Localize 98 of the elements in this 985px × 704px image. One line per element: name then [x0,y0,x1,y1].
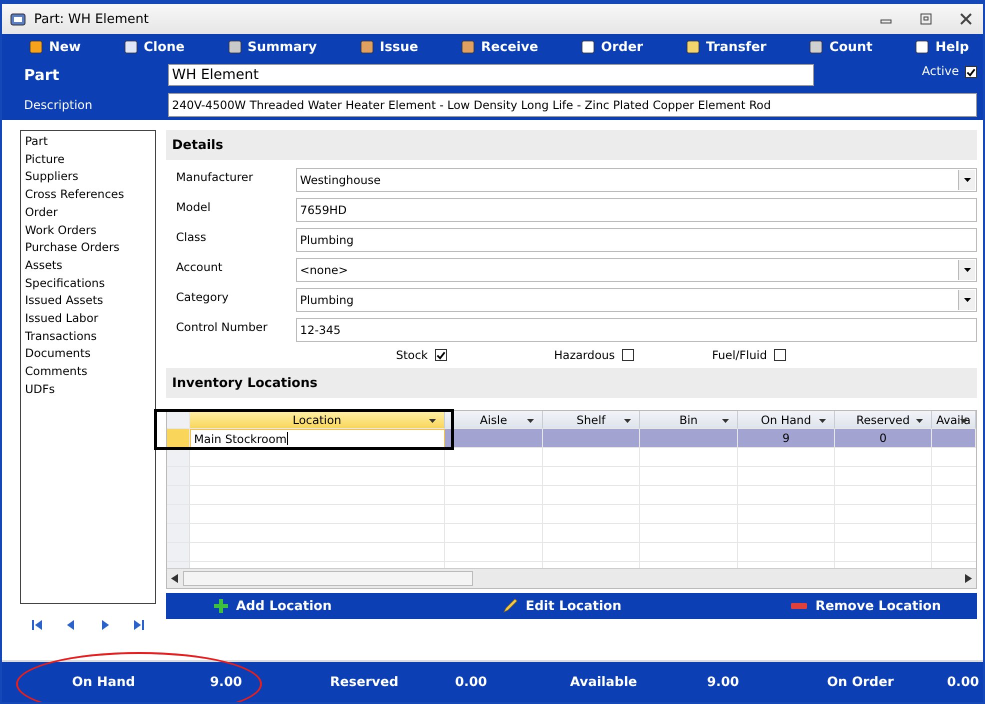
field-label: Account [176,259,224,274]
sidebar-item[interactable]: UDFs [25,380,151,399]
toolbar-icon [226,39,242,55]
filter-arrow-icon[interactable] [722,419,729,423]
filter-arrow-icon[interactable] [527,419,534,423]
checkbox-label: Fuel/Fluid [712,348,768,362]
field-label: Category [176,289,230,304]
toolbar-button[interactable]: Order [576,37,648,57]
action-button[interactable]: Add Location [208,598,338,614]
minus-icon [791,603,808,609]
scroll-thumb[interactable] [183,571,473,586]
checkbox-label: Hazardous [554,348,615,362]
filter-arrow-icon[interactable] [429,419,436,423]
scroll-right-icon[interactable] [964,574,972,583]
input-field[interactable]: 12-345 [296,318,977,342]
dropdown-field[interactable]: <none> [296,258,977,282]
sidebar-item[interactable]: Documents [25,345,151,364]
toolbar-icon [684,39,701,55]
column-header[interactable]: Location [190,411,445,429]
toolbar-icon [808,39,824,55]
part-name-field[interactable]: WH Element [168,64,814,86]
sidebar-item[interactable]: Assets [25,256,151,275]
maximize-icon[interactable] [919,12,933,26]
sidebar-item[interactable]: Transactions [25,328,151,346]
total-value: 9.00 [706,674,740,690]
description-label: Description [24,98,94,112]
toolbar-button[interactable]: Help [910,37,973,57]
toolbar-icon [914,39,930,55]
field-label: Manufacturer [176,169,254,184]
close-icon[interactable] [959,12,973,26]
grid-corner[interactable] [167,411,190,429]
table-row[interactable]: Main Stockroom 9 0 [167,429,976,448]
dropdown-arrow-icon [964,178,970,182]
field-label: Model [176,199,212,214]
toolbar-icon [580,39,596,55]
total-value: 9.00 [209,674,244,690]
total-value: 0.00 [454,674,488,690]
sidebar-item[interactable]: Cross References [25,186,151,204]
toolbar-button[interactable]: Clone [118,37,189,57]
sidebar-item[interactable]: Part [25,133,151,151]
row-header[interactable] [167,429,190,448]
checkbox-label: Stock [396,348,428,362]
first-icon[interactable] [30,618,44,632]
toolbar-icon [460,39,476,55]
dropdown-arrow-icon [964,268,970,272]
horizontal-scrollbar[interactable] [167,568,976,588]
filter-arrow-icon[interactable] [819,419,826,423]
filter-arrow-icon[interactable] [960,419,967,423]
sidebar-item[interactable]: Specifications [25,274,151,292]
dropdown-field[interactable]: Westinghouse [296,168,977,192]
filter-arrow-icon[interactable] [624,419,631,423]
field-label: Class [176,229,208,244]
active-checkbox[interactable] [965,66,977,78]
input-field[interactable]: Plumbing [296,228,977,252]
sidebar-item[interactable]: Comments [25,363,151,381]
sidebar-item[interactable]: Order [25,204,151,222]
part-label: Part [24,66,60,84]
app-icon [10,11,26,27]
filter-arrow-icon[interactable] [916,419,923,423]
toolbar-button[interactable]: Issue [354,37,422,57]
sidebar-item[interactable]: Picture [25,150,151,168]
toolbar-button[interactable]: Summary [222,37,321,57]
section-title: Inventory Locations [172,376,318,390]
cell-editor[interactable]: Main Stockroom [190,429,445,448]
checkbox[interactable] [622,349,634,361]
total-label: Reserved [329,674,400,690]
toolbar-icon [358,39,375,55]
toolbar-icon [122,39,139,55]
toolbar-button[interactable]: New [24,37,85,57]
window-title: Part: WH Element [34,12,149,26]
pencil-icon [502,598,518,614]
total-label: On Order [826,674,895,690]
action-button[interactable]: Remove Location [785,598,947,614]
sidebar-item[interactable]: Suppliers [25,168,151,186]
sidebar-item[interactable]: Issued Assets [25,292,151,310]
active-label: Active [922,64,959,78]
sidebar-item[interactable]: Purchase Orders [25,239,151,257]
total-value: 0.00 [946,674,980,690]
scroll-left-icon[interactable] [171,574,179,583]
field-label: Control Number [176,319,268,334]
toolbar-button[interactable]: Count [804,37,877,57]
toolbar-button[interactable]: Transfer [680,37,770,57]
section-title: Details [172,138,224,152]
sidebar-item[interactable]: Issued Labor [25,310,151,328]
plus-icon [214,599,228,613]
sidebar-item[interactable]: Work Orders [25,222,151,240]
checkbox[interactable] [434,349,447,361]
checkbox[interactable] [774,349,786,361]
toolbar-button[interactable]: Receive [456,37,542,57]
toolbar-icon [28,39,44,55]
action-button[interactable]: Edit Location [496,597,628,615]
total-label: Available [569,674,638,690]
input-field[interactable]: 7659HD [296,198,977,222]
last-icon[interactable] [132,618,146,632]
description-field[interactable]: 240V-4500W Threaded Water Heater Element - Low Density Long Life - Zinc Plated Copper Element Rod [168,93,977,117]
dropdown-arrow-icon [964,298,970,302]
total-label: On Hand [71,674,136,690]
dropdown-field[interactable]: Plumbing [296,288,977,312]
